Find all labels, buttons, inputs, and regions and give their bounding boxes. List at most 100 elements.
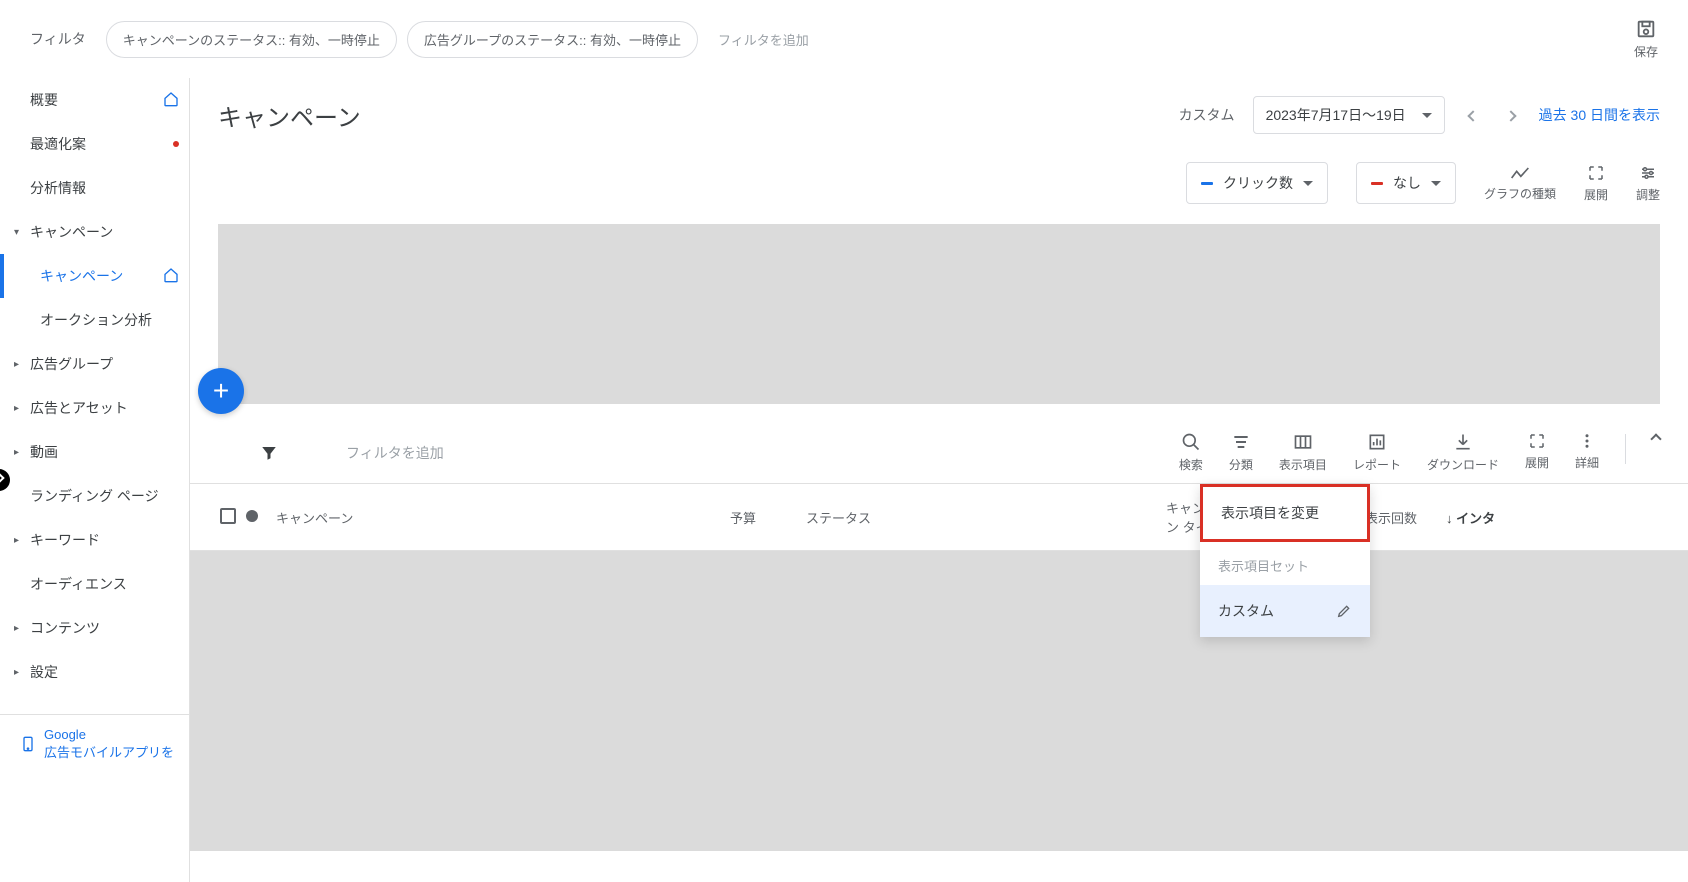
tool-label: 調整 [1636, 188, 1660, 202]
filter-icon[interactable] [260, 444, 278, 462]
page-title: キャンペーン [218, 98, 361, 133]
table-expand-button[interactable]: 展開 [1525, 432, 1549, 471]
mobile-app-link[interactable]: Google広告モバイルアプリを [0, 714, 189, 773]
chart-line-icon [1510, 165, 1530, 181]
tool-label: ダウンロード [1427, 458, 1499, 472]
caret-icon: ▸ [14, 403, 19, 414]
status-dot-icon [246, 510, 258, 522]
chevron-left-icon [1467, 110, 1478, 121]
caret-icon: ▸ [14, 359, 19, 370]
chevron-down-icon [1422, 113, 1432, 118]
chevron-down-icon [1303, 181, 1313, 186]
expand-icon [1528, 432, 1546, 450]
page-header: キャンペーン カスタム 2023年7月17日～19日 過去 30 日間を表示 [190, 78, 1688, 152]
tool-label: 展開 [1525, 456, 1549, 470]
nav-insights[interactable]: 分析情報 [0, 166, 189, 210]
nav-label: 最適化案 [30, 134, 86, 154]
date-next-button[interactable] [1501, 101, 1521, 129]
add-campaign-fab[interactable]: + [198, 368, 244, 414]
report-button[interactable]: レポート [1353, 432, 1401, 473]
change-columns-option[interactable]: 表示項目を変更 [1200, 484, 1370, 542]
chevron-down-icon [1431, 181, 1441, 186]
main-content: + キャンペーン カスタム 2023年7月17日～19日 過去 30 日間を表示… [190, 78, 1688, 882]
chart-adjust-button[interactable]: 調整 [1636, 164, 1660, 203]
plus-icon: + [213, 375, 229, 407]
download-button[interactable]: ダウンロード [1427, 432, 1499, 473]
segment-button[interactable]: 分類 [1229, 432, 1253, 473]
header-campaign[interactable]: キャンペーン [266, 508, 596, 527]
metric-indicator-icon [1201, 182, 1213, 185]
nav-content[interactable]: ▸ コンテンツ [0, 606, 189, 650]
nav-label: 動画 [30, 442, 58, 462]
collapse-button[interactable] [1652, 432, 1660, 446]
header-budget[interactable]: 予算 [596, 508, 796, 527]
caret-icon: ▸ [14, 535, 19, 546]
caret-icon: ▸ [14, 667, 19, 678]
divider [1625, 434, 1626, 464]
nav-adgroups[interactable]: ▸広告グループ [0, 342, 189, 386]
nav-label: 分析情報 [30, 178, 86, 198]
nav-keywords[interactable]: ▸ キーワード [0, 518, 189, 562]
columns-dropdown-menu: 表示項目を変更 表示項目セット カスタム [1200, 484, 1370, 637]
column-set-section-label: 表示項目セット [1200, 542, 1370, 585]
nav-label: 概要 [30, 90, 58, 110]
metric1-dropdown[interactable]: クリック数 [1186, 162, 1328, 204]
chevron-right-icon [1505, 110, 1516, 121]
notification-dot-icon [173, 141, 179, 147]
header-interactions[interactable]: ↓ インタ [1436, 508, 1668, 527]
caret-icon: ▸ [14, 623, 19, 634]
nav-label: 広告とアセット [30, 398, 128, 418]
nav-settings[interactable]: ▸設定 [0, 650, 189, 694]
chart-expand-button[interactable]: 展開 [1584, 164, 1608, 203]
header-status[interactable]: ステータス [796, 508, 986, 527]
filter-chip-adgroup-status[interactable]: 広告グループのステータス:: 有効、一時停止 [407, 21, 698, 58]
sliders-icon [1639, 164, 1657, 182]
table-add-filter[interactable]: フィルタを追加 [346, 443, 444, 463]
metric2-label: なし [1393, 173, 1421, 193]
tool-label: 分類 [1229, 458, 1253, 472]
nav-campaigns-group[interactable]: ▾キャンペーン [0, 210, 189, 254]
nav-label: コンテンツ [30, 618, 100, 638]
nav-recommendations[interactable]: 最適化案 [0, 122, 189, 166]
save-icon [1635, 18, 1657, 40]
nav-label: キャンペーン [30, 222, 113, 242]
nav-campaigns[interactable]: キャンペーン [0, 254, 189, 298]
show-30-days-link[interactable]: 過去 30 日間を表示 [1539, 105, 1660, 125]
date-range-picker[interactable]: 2023年7月17日～19日 [1253, 96, 1445, 134]
nav-ads-assets[interactable]: ▸ 広告とアセット [0, 386, 189, 430]
chip-text: キャンペーンのステータス:: 有効、一時停止 [123, 33, 380, 48]
nav-audiences[interactable]: オーディエンス [0, 562, 189, 606]
header-status-dot [236, 510, 266, 525]
filter-chip-campaign-status[interactable]: キャンペーンのステータス:: 有効、一時停止 [106, 21, 397, 58]
chart-controls: クリック数 なし グラフの種類 展開 調整 [190, 152, 1688, 214]
nav-label: キーワード [30, 530, 100, 550]
nav-label: ランディング ページ [30, 486, 159, 506]
nav-auction-insights[interactable]: オークション分析 [0, 298, 189, 342]
detail-button[interactable]: 詳細 [1575, 432, 1599, 471]
segment-icon [1231, 432, 1251, 452]
date-prev-button[interactable] [1463, 101, 1483, 129]
chart-area [218, 224, 1660, 404]
checkbox-icon [220, 508, 236, 524]
table-body [190, 551, 1688, 851]
search-button[interactable]: 検索 [1179, 432, 1203, 473]
nav-overview[interactable]: 概要 [0, 78, 189, 122]
save-button[interactable]: 保存 [1634, 18, 1658, 60]
metric2-dropdown[interactable]: なし [1356, 162, 1456, 204]
nav-landing-pages[interactable]: ランディング ページ [0, 474, 189, 518]
report-icon [1367, 432, 1387, 452]
chevron-up-icon [1650, 433, 1661, 444]
chart-type-button[interactable]: グラフの種類 [1484, 165, 1556, 202]
columns-button[interactable]: 表示項目 [1279, 432, 1327, 473]
header-checkbox[interactable] [210, 508, 236, 527]
save-label: 保存 [1634, 43, 1658, 60]
tool-label: 展開 [1584, 188, 1608, 202]
expand-icon [1587, 164, 1605, 182]
add-filter-link[interactable]: フィルタを追加 [718, 30, 809, 49]
nav-label: キャンペーン [40, 266, 123, 286]
custom-columns-option[interactable]: カスタム [1200, 585, 1370, 637]
mobile-app-text: Google広告モバイルアプリを [44, 727, 174, 761]
caret-icon: ▸ [14, 447, 19, 458]
chip-text: 広告グループのステータス:: 有効、一時停止 [424, 33, 681, 48]
nav-video[interactable]: ▸ 動画 [0, 430, 189, 474]
